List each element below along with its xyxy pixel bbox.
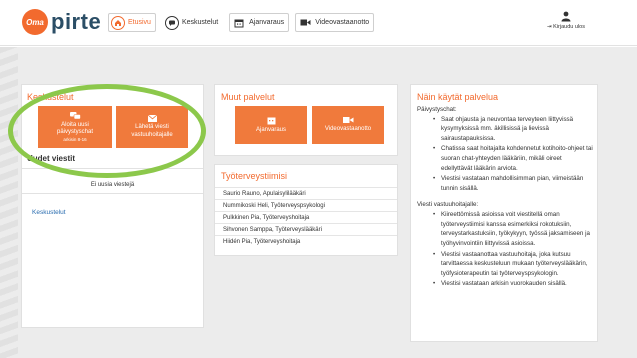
tiimi-title: Työterveystiimisi [221, 171, 288, 181]
muut-palvelut-card: Muut palvelut Ajanvaraus Videovastaanott… [214, 84, 398, 156]
help-message-list: Kiireettömissä asioissa voit viestitellä… [417, 210, 593, 289]
chat-icon [164, 15, 179, 30]
keskustelut-card: Keskustelut Aloita uusi päivystyschat ar… [21, 84, 204, 328]
nav-videovastaanotto-label: Videovastaanotto [315, 19, 370, 26]
logo[interactable]: Oma pirte [22, 9, 101, 35]
home-icon [111, 15, 125, 30]
ajanvaraus-tile[interactable]: Ajanvaraus [235, 106, 307, 144]
logo-badge: Oma [22, 9, 48, 35]
nav-etusivu[interactable]: Etusivu [108, 13, 156, 32]
start-chat-line2: päivystyschat [56, 129, 93, 136]
start-chat-line1: Aloita uusi [61, 121, 89, 128]
nav-etusivu-label: Etusivu [128, 19, 151, 26]
ajanvaraus-tile-label: Ajanvaraus [255, 126, 287, 133]
user-area: ⇥ Kirjaudu ulos [536, 11, 596, 30]
muut-palvelut-title: Muut palvelut [221, 92, 275, 102]
keskustelut-title: Keskustelut [27, 92, 74, 102]
help-bullet: Chatissa saat hoitajalta kohdennetut kot… [433, 144, 593, 173]
logo-word: pirte [51, 9, 102, 34]
logout-icon: ⇥ [547, 24, 552, 30]
help-bullet: Viestisi vastataan mahdollisimman pian, … [433, 174, 593, 193]
team-member: Nummikoski Heli, Työterveyspsykologi [215, 199, 397, 211]
nav-keskustelut[interactable]: Keskustelut [161, 13, 224, 32]
videovastaanotto-tile[interactable]: Videovastaanotto [312, 106, 384, 144]
help-bullet: Viestisi vastataan arkisin vuorokauden s… [433, 279, 593, 289]
team-list: Saurio Rauno, Apulaisylilääkäri Nummikos… [215, 187, 397, 247]
calendar-icon [267, 117, 275, 125]
envelope-icon [147, 115, 157, 122]
help-section-chat: Päivystyschat: [417, 106, 457, 113]
chat-bubbles-icon [69, 111, 81, 119]
top-bar: Oma pirte Etusivu Keskustelut Ajanvaraus [0, 0, 637, 46]
send-message-button[interactable]: Lähetä viesti vastuuhoitajalle [116, 106, 188, 148]
video-camera-icon [298, 16, 312, 30]
logout-label: Kirjaudu ulos [553, 24, 585, 30]
help-card: Näin käytät palvelua Päivystyschat: Saat… [410, 84, 598, 342]
help-bullet: Saat ohjausta ja neuvontaa terveyteen li… [433, 115, 593, 144]
help-title: Näin käytät palvelua [417, 92, 499, 102]
divider [22, 193, 203, 194]
start-chat-button[interactable]: Aloita uusi päivystyschat arkisin 8-16 [38, 106, 112, 148]
team-member: Saurio Rauno, Apulaisylilääkäri [215, 187, 397, 199]
help-bullet: Viestisi vastaanottaa vastuuhoitaja, jok… [433, 250, 593, 279]
main-nav: Etusivu Keskustelut Ajanvaraus Videovast… [108, 13, 380, 32]
help-chat-list: Saat ohjausta ja neuvontaa terveyteen li… [417, 115, 593, 194]
team-member: Sihvonen Samppa, Työterveyslääkäri [215, 223, 397, 235]
nav-ajanvaraus-label: Ajanvaraus [249, 19, 285, 26]
video-camera-icon [342, 117, 353, 124]
no-messages-text: Ei uusia viestejä [90, 182, 135, 188]
divider [22, 168, 203, 169]
team-member: Pulkkinen Pia, Työterveyshoitaja [215, 211, 397, 223]
send-message-line1: Lähetä viesti [135, 124, 169, 130]
decorative-stripes [0, 47, 18, 358]
nav-keskustelut-label: Keskustelut [181, 19, 219, 26]
tiimi-card: Työterveystiimisi Saurio Rauno, Apulaisy… [214, 164, 398, 256]
logout-link[interactable]: ⇥ Kirjaudu ulos [536, 24, 596, 30]
send-message-line2: vastuuhoitajalle [131, 131, 173, 138]
help-bullet: Kiireettömissä asioissa voit viestitellä… [433, 210, 593, 248]
team-member: Hiidén Pia, Työterveyshoitaja [215, 235, 397, 247]
nav-videovastaanotto[interactable]: Videovastaanotto [295, 13, 375, 32]
nav-ajanvaraus[interactable]: Ajanvaraus [229, 13, 290, 32]
start-chat-hours: arkisin 8-16 [63, 136, 87, 142]
calendar-icon [232, 16, 246, 30]
help-body: Päivystyschat: Saat ohjausta ja neuvonta… [417, 105, 593, 290]
user-icon[interactable] [536, 11, 596, 22]
keskustelut-link[interactable]: Keskustelut [32, 209, 66, 216]
videovastaanotto-tile-label: Videovastaanotto [324, 126, 372, 133]
help-section-message: Viesti vastuuhoitajalle: [417, 201, 479, 209]
new-messages-heading: Uudet viestit [27, 154, 76, 163]
